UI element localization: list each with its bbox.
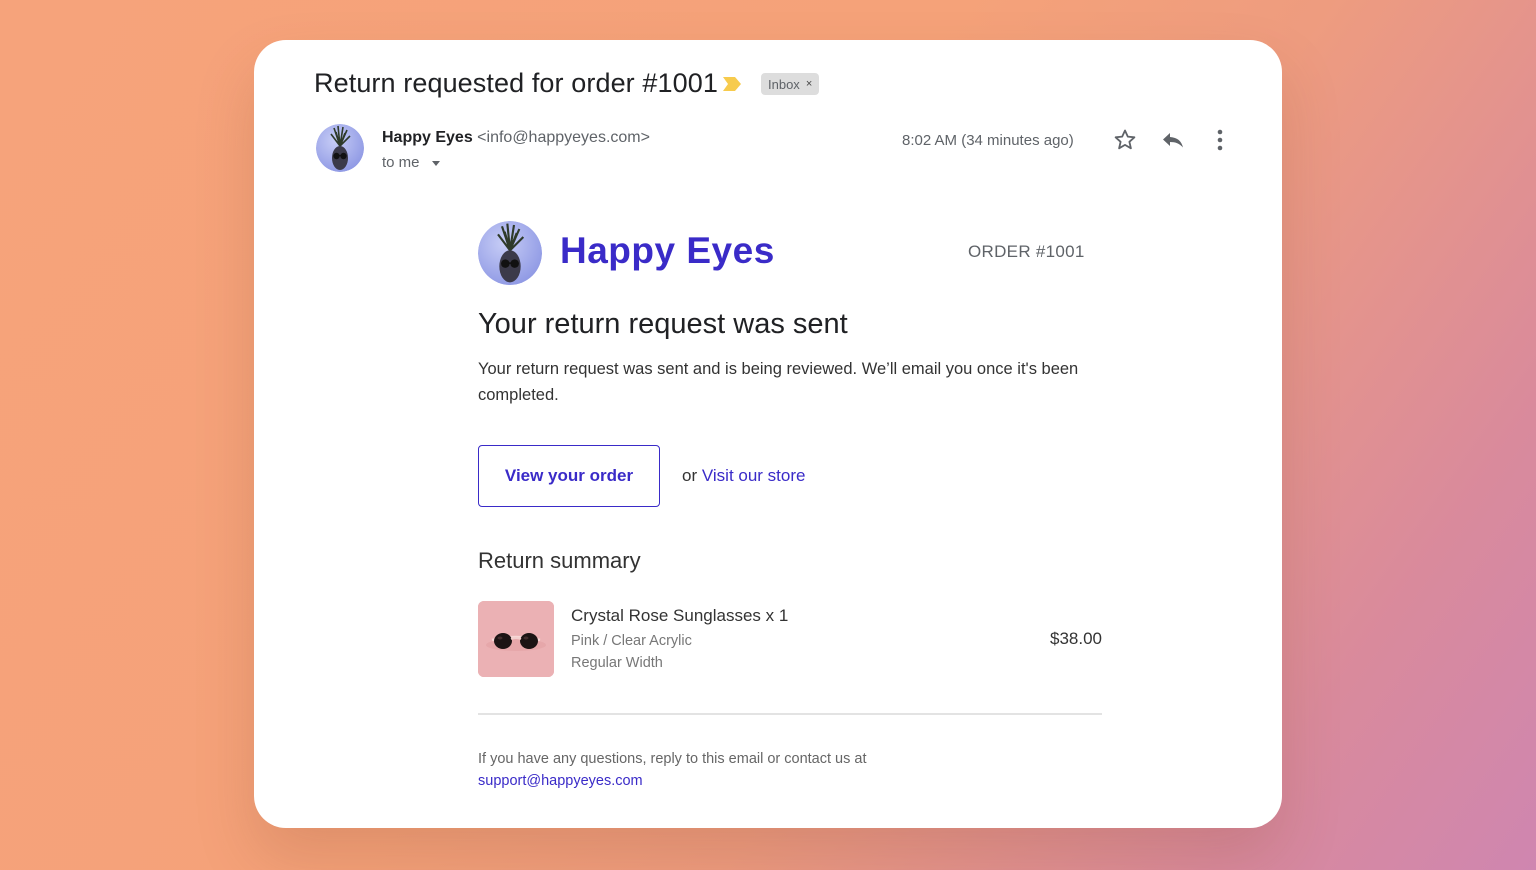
email-subject: Return requested for order #1001 [314,68,718,98]
product-width: Regular Width [571,655,663,671]
caret-down-icon[interactable] [431,161,440,166]
product-name: Crystal Rose Sunglasses x 1 [571,606,789,625]
message-heading: Your return request was sent [478,308,848,340]
product-image [478,601,554,677]
star-button[interactable] [1110,125,1140,155]
product-price: $38.00 [1050,629,1102,648]
label-text: Inbox [768,76,800,92]
sender-name[interactable]: Happy Eyes [382,129,473,146]
email-card: Return requested for order #1001 Inbox ×… [254,40,1282,828]
view-order-button[interactable]: View your order [478,445,660,507]
recipient-details[interactable]: to me [382,154,440,171]
summary-title: Return summary [478,548,641,573]
more-options-button[interactable] [1205,125,1235,155]
sender-email: <info@happyeyes.com> [477,129,650,146]
support-email-link[interactable]: support@happyeyes.com [478,773,643,789]
sender-avatar[interactable] [316,124,364,172]
star-icon [1114,129,1136,150]
product-variant: Pink / Clear Acrylic [571,633,692,649]
visit-store-link[interactable]: Visit our store [702,466,806,485]
email-timestamp: 8:02 AM (34 minutes ago) [902,132,1074,149]
order-number: ORDER #1001 [968,242,1085,261]
sender-line: Happy Eyes <info@happyeyes.com> [382,129,650,147]
reply-button[interactable] [1158,125,1188,155]
more-vert-icon [1217,129,1223,151]
importance-marker-icon[interactable] [722,76,742,92]
or-text: or [682,466,698,485]
brand-name: Happy Eyes [560,230,775,271]
brand-logo [478,221,542,285]
divider [478,713,1102,715]
inbox-label-chip[interactable]: Inbox × [761,73,820,95]
alt-action: or Visit our store [682,466,805,486]
recipient-text: to me [382,154,420,171]
remove-label-icon[interactable]: × [806,78,812,90]
footer-text: If you have any questions, reply to this… [478,751,867,767]
message-body: Your return request was sent and is bein… [478,360,1079,404]
reply-icon [1163,133,1183,148]
